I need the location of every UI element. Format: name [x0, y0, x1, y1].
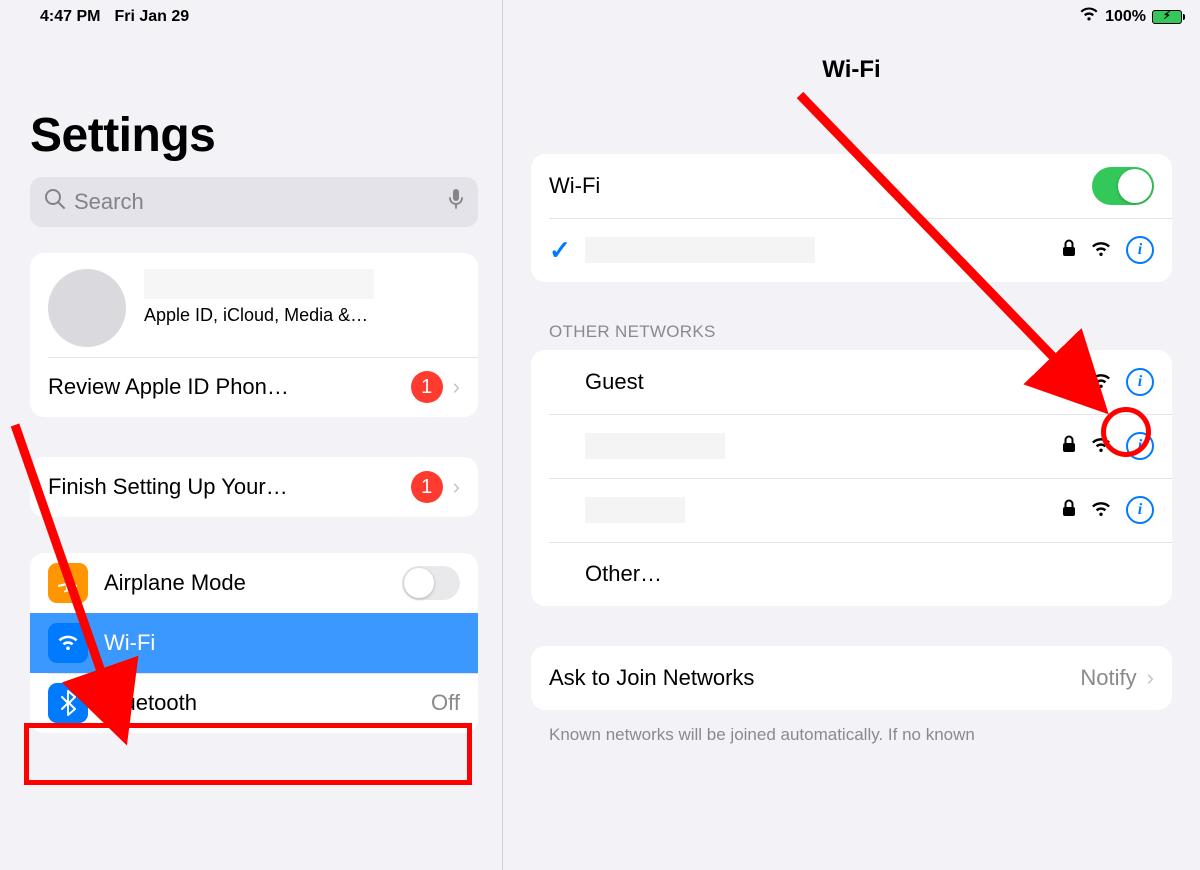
battery-percent: 100%: [1105, 8, 1146, 26]
info-button[interactable]: i: [1126, 236, 1154, 264]
wifi-toggle-label: Wi-Fi: [549, 173, 600, 199]
chevron-right-icon: ›: [453, 374, 460, 400]
signal-icon: [1090, 433, 1112, 459]
network-redacted-row-1[interactable]: i: [531, 414, 1172, 478]
wifi-status-icon: [1079, 7, 1099, 27]
search-input[interactable]: Search: [30, 177, 478, 227]
network-guest-row[interactable]: Guest i: [531, 350, 1172, 414]
ask-footer-text: Known networks will be joined automatica…: [531, 714, 1172, 746]
dictate-icon[interactable]: [448, 188, 464, 216]
wifi-detail-pane: Wi-Fi Wi-Fi ✓ i OTHER NETWORKS Guest: [503, 28, 1200, 870]
info-button[interactable]: i: [1126, 432, 1154, 460]
status-date: Fri Jan 29: [114, 8, 189, 26]
apple-id-row[interactable]: Apple ID, iCloud, Media &…: [30, 253, 478, 357]
avatar: [48, 269, 126, 347]
lock-icon: [1062, 239, 1076, 262]
signal-icon: [1090, 237, 1112, 263]
search-icon: [44, 188, 66, 216]
lock-icon: [1062, 371, 1076, 394]
page-title: Settings: [30, 108, 478, 163]
bluetooth-label: Bluetooth: [104, 690, 197, 716]
redacted-ssid: [585, 237, 815, 263]
airplane-toggle[interactable]: [402, 566, 460, 600]
airplane-mode-row[interactable]: Airplane Mode: [30, 553, 478, 613]
bluetooth-icon: [48, 683, 88, 723]
checkmark-icon: ✓: [549, 235, 577, 266]
chevron-right-icon: ›: [453, 474, 460, 500]
chevron-right-icon: ›: [1147, 665, 1154, 691]
wifi-label: Wi-Fi: [104, 630, 155, 656]
wifi-toggle[interactable]: [1092, 167, 1154, 205]
finish-badge: 1: [411, 471, 443, 503]
ask-label: Ask to Join Networks: [549, 665, 754, 691]
signal-icon: [1090, 369, 1112, 395]
network-name: Guest: [585, 369, 644, 395]
finish-label: Finish Setting Up Your…: [48, 474, 288, 500]
settings-sidebar: Settings Search Apple ID, iCloud, Media …: [0, 28, 502, 870]
redacted-ssid: [585, 433, 725, 459]
other-networks-header: OTHER NETWORKS: [531, 322, 1172, 350]
status-bar: 4:47 PM Fri Jan 29 100% ⚡︎: [0, 0, 1200, 28]
network-redacted-row-2[interactable]: i: [531, 478, 1172, 542]
airplane-label: Airplane Mode: [104, 570, 246, 596]
review-apple-id-row[interactable]: Review Apple ID Phon… 1 ›: [30, 357, 478, 417]
ask-to-join-row[interactable]: Ask to Join Networks Notify ›: [531, 646, 1172, 710]
apple-id-subtitle: Apple ID, iCloud, Media &…: [144, 305, 374, 326]
signal-icon: [1090, 497, 1112, 523]
wifi-row[interactable]: Wi-Fi: [30, 613, 478, 673]
review-label: Review Apple ID Phon…: [48, 374, 289, 400]
search-placeholder: Search: [74, 189, 144, 215]
redacted-ssid: [585, 497, 685, 523]
network-other-row[interactable]: Other…: [531, 542, 1172, 606]
battery-icon: ⚡︎: [1152, 10, 1182, 24]
connected-network-row[interactable]: ✓ i: [531, 218, 1172, 282]
detail-title: Wi-Fi: [531, 56, 1172, 84]
wifi-toggle-row[interactable]: Wi-Fi: [531, 154, 1172, 218]
ask-value: Notify: [1080, 665, 1136, 691]
lock-icon: [1062, 499, 1076, 522]
network-other-label: Other…: [585, 561, 662, 587]
review-badge: 1: [411, 371, 443, 403]
info-button[interactable]: i: [1126, 496, 1154, 524]
wifi-icon: [48, 623, 88, 663]
bluetooth-row[interactable]: Bluetooth Off: [30, 673, 478, 733]
bluetooth-value: Off: [431, 690, 460, 716]
airplane-icon: [48, 563, 88, 603]
status-time: 4:47 PM: [40, 8, 100, 26]
finish-setup-row[interactable]: Finish Setting Up Your… 1 ›: [30, 457, 478, 517]
lock-icon: [1062, 435, 1076, 458]
redacted-name: [144, 269, 374, 299]
info-button[interactable]: i: [1126, 368, 1154, 396]
